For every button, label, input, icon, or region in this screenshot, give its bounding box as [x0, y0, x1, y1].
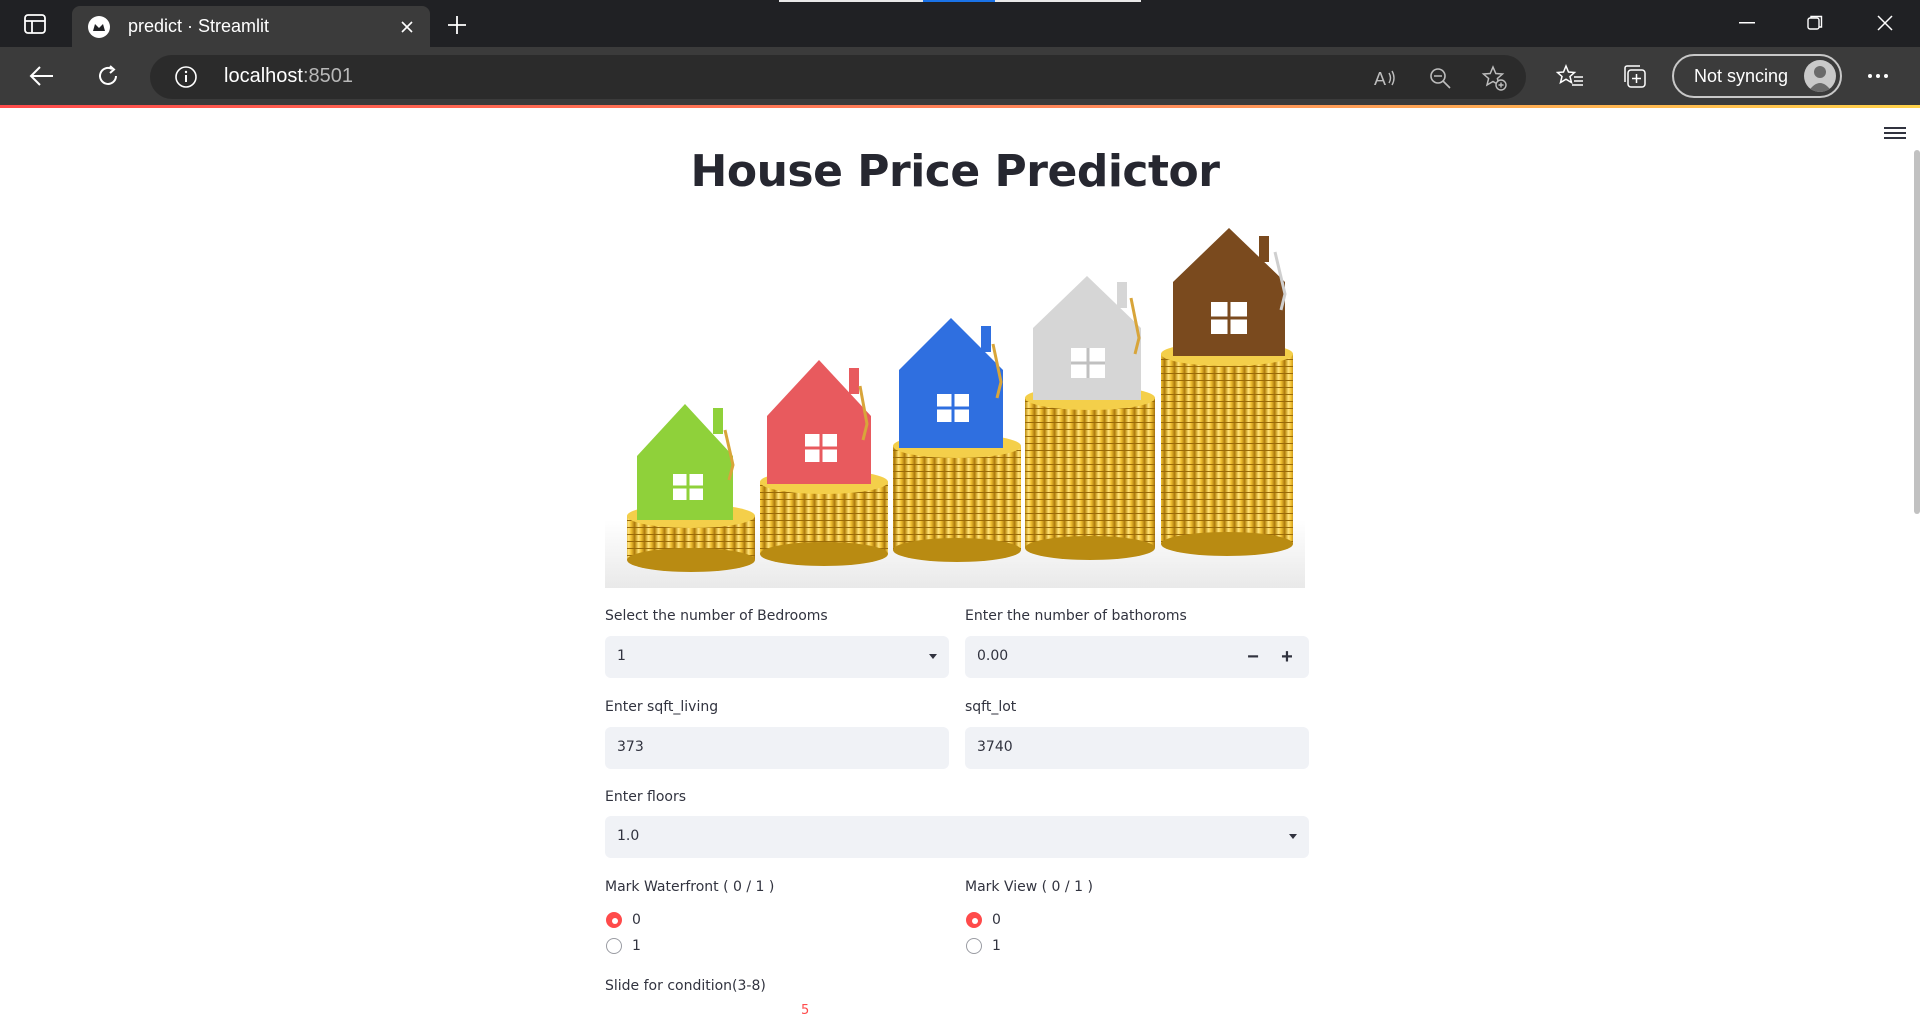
- minimize-icon[interactable]: [1724, 8, 1770, 38]
- radio-label: 0: [992, 912, 1001, 928]
- zoom-out-icon[interactable]: [1426, 64, 1454, 92]
- streamlit-favicon-icon: [88, 15, 110, 38]
- radio-selected-icon: [606, 912, 622, 928]
- condition-slider-value[interactable]: 5: [801, 1003, 809, 1018]
- favorites-icon[interactable]: [1552, 58, 1588, 94]
- read-aloud-icon[interactable]: A: [1372, 64, 1400, 92]
- tab-actions-icon[interactable]: [18, 12, 52, 36]
- floors-label: Enter floors: [605, 789, 687, 805]
- radio-selected-icon: [966, 912, 982, 928]
- waterfront-option-0[interactable]: 0: [606, 912, 641, 928]
- chevron-down-icon: [1289, 834, 1297, 839]
- new-tab-plus-icon[interactable]: [442, 10, 472, 40]
- close-window-icon[interactable]: [1862, 8, 1908, 38]
- houses-on-coin-stacks-image: [605, 220, 1305, 588]
- page-title: House Price Predictor: [690, 146, 1220, 197]
- url-text: localhost:8501: [224, 65, 353, 88]
- condition-slider-label: Slide for condition(3-8): [605, 978, 766, 994]
- url-port: :8501: [302, 65, 353, 87]
- more-icon[interactable]: [1860, 58, 1896, 94]
- collections-icon[interactable]: [1616, 58, 1652, 94]
- radio-label: 1: [992, 938, 1001, 954]
- radio-label: 1: [632, 938, 641, 954]
- chevron-down-icon: [929, 654, 937, 659]
- waterfront-label: Mark Waterfront ( 0 / 1 ): [605, 879, 775, 895]
- loading-bar-segment: [923, 0, 995, 2]
- loading-bar-segment: [995, 0, 1141, 2]
- sqft-lot-label: sqft_lot: [965, 699, 1017, 715]
- sqft-lot-value: 3740: [977, 739, 1013, 755]
- decrement-button[interactable]: −: [1237, 636, 1269, 678]
- radio-label: 0: [632, 912, 641, 928]
- restore-icon[interactable]: [1792, 8, 1838, 38]
- bathrooms-label: Enter the number of bathoroms: [965, 608, 1187, 624]
- radio-unselected-icon: [966, 938, 982, 954]
- bathrooms-value: 0.00: [977, 648, 1009, 664]
- profile-icon: [1804, 60, 1836, 92]
- not-syncing-button[interactable]: Not syncing: [1672, 54, 1842, 98]
- floors-select[interactable]: 1.0: [605, 816, 1309, 858]
- streamlit-decoration-bar: [0, 105, 1920, 108]
- close-tab-icon[interactable]: [392, 12, 422, 42]
- view-option-0[interactable]: 0: [966, 912, 1001, 928]
- bathrooms-number-input[interactable]: 0.00 − +: [965, 636, 1309, 678]
- hamburger-menu-icon[interactable]: [1884, 122, 1906, 144]
- add-favorite-icon[interactable]: [1480, 64, 1508, 92]
- browser-tab[interactable]: predict · Streamlit: [72, 6, 430, 47]
- view-option-1[interactable]: 1: [966, 938, 1001, 954]
- floors-value: 1.0: [617, 828, 640, 844]
- address-bar[interactable]: localhost:8501 A: [150, 55, 1526, 99]
- bedrooms-label: Select the number of Bedrooms: [605, 608, 828, 624]
- back-icon[interactable]: [24, 58, 60, 94]
- loading-bar-segment: [779, 0, 923, 2]
- tab-title: predict · Streamlit: [128, 16, 270, 36]
- url-host: localhost: [224, 65, 303, 87]
- svg-text:A: A: [1374, 69, 1386, 89]
- bedrooms-select[interactable]: 1: [605, 636, 949, 678]
- sqft-living-input[interactable]: 373: [605, 727, 949, 769]
- info-icon[interactable]: [174, 65, 198, 94]
- refresh-icon[interactable]: [90, 58, 126, 94]
- waterfront-option-1[interactable]: 1: [606, 938, 641, 954]
- sqft-living-value: 373: [617, 739, 644, 755]
- view-label: Mark View ( 0 / 1 ): [965, 879, 1093, 895]
- browser-toolbar: localhost:8501 A Not syncing: [0, 47, 1920, 105]
- browser-tabstrip: predict · Streamlit: [0, 0, 1920, 47]
- sync-label: Not syncing: [1694, 65, 1789, 86]
- sqft-living-label: Enter sqft_living: [605, 699, 719, 715]
- bedrooms-value: 1: [617, 648, 626, 664]
- scrollbar[interactable]: [1914, 150, 1920, 514]
- increment-button[interactable]: +: [1271, 636, 1303, 678]
- radio-unselected-icon: [606, 938, 622, 954]
- sqft-lot-input[interactable]: 3740: [965, 727, 1309, 769]
